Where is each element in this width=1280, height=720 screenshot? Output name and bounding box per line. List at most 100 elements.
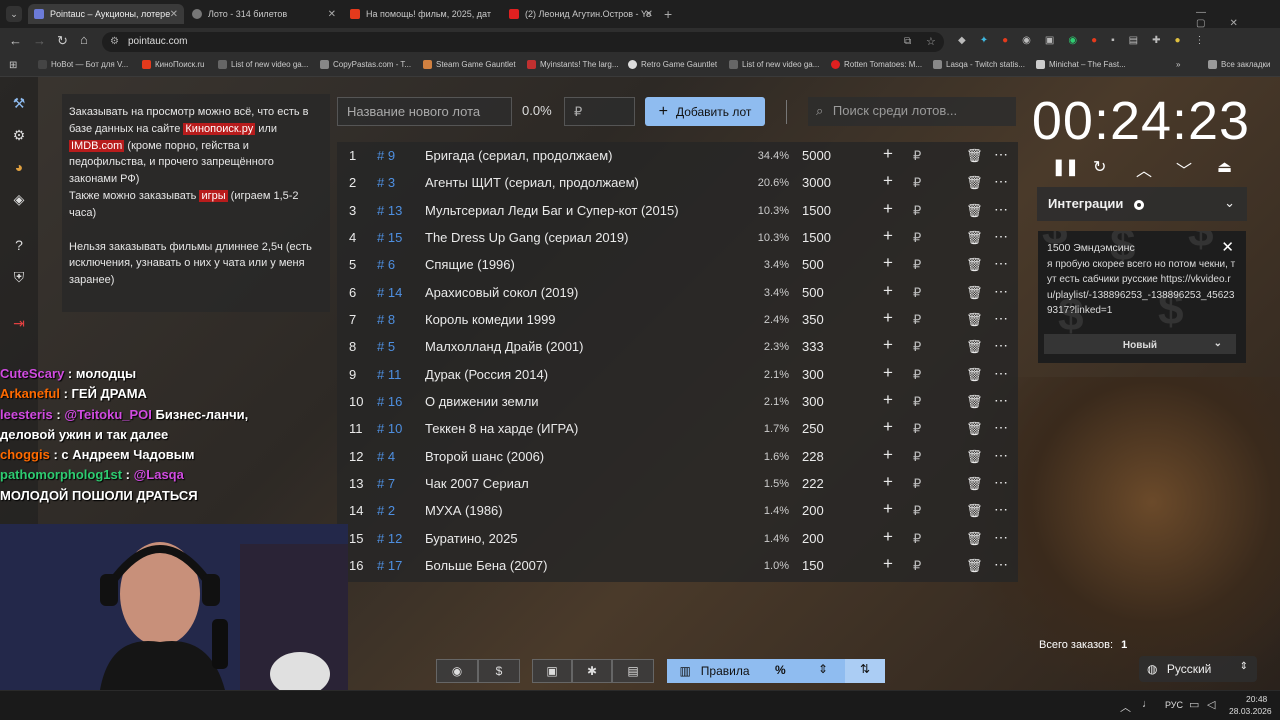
tab-list-dropdown-icon[interactable]: ⌄ bbox=[6, 6, 22, 22]
home-icon[interactable]: ⌂ bbox=[80, 32, 88, 47]
lot-name[interactable]: Арахисовый сокол (2019) bbox=[425, 285, 578, 300]
extension-icon[interactable]: ● bbox=[1002, 35, 1008, 49]
lot-amount[interactable]: 200 bbox=[802, 503, 824, 518]
lot-name[interactable]: Дурак (Россия 2014) bbox=[425, 367, 548, 382]
close-tab-icon[interactable]: ✕ bbox=[645, 9, 653, 20]
extension-icon[interactable]: ◆ bbox=[958, 35, 966, 49]
lot-amount[interactable]: 350 bbox=[802, 312, 824, 327]
bookmark[interactable]: List of new video ga... bbox=[729, 60, 819, 69]
table-row[interactable]: 10 # 16 О движении земли 2.1% 300 + ₽ 🗑 ⋯ bbox=[337, 388, 1018, 415]
percent-toggle-icon[interactable]: % bbox=[775, 663, 786, 677]
lot-amount[interactable]: 3000 bbox=[802, 175, 831, 190]
lot-id[interactable]: # 14 bbox=[377, 285, 402, 300]
lot-amount-input[interactable]: ₽ bbox=[564, 97, 635, 126]
lot-amount[interactable]: 500 bbox=[802, 257, 824, 272]
more-icon[interactable]: ⋯ bbox=[994, 419, 1008, 436]
pause-icon[interactable]: ❚❚ bbox=[1052, 157, 1079, 177]
window-controls[interactable]: —▢✕ bbox=[1196, 7, 1280, 29]
more-icon[interactable]: ⋯ bbox=[994, 501, 1008, 518]
imdb-link[interactable]: IMDB.com bbox=[69, 139, 125, 152]
all-bookmarks[interactable]: Все закладки bbox=[1208, 60, 1270, 69]
more-icon[interactable]: ⋯ bbox=[994, 283, 1008, 300]
lot-name[interactable]: Агенты ЩИТ (сериал, продолжаем) bbox=[425, 175, 639, 190]
bookmark[interactable]: Minichat – The Fast... bbox=[1036, 60, 1126, 69]
ruble-icon[interactable]: ₽ bbox=[913, 449, 921, 465]
integrations-panel[interactable]: Интеграции ⌄ bbox=[1037, 187, 1247, 221]
more-icon[interactable]: ⋯ bbox=[994, 365, 1008, 382]
trash-icon[interactable]: 🗑 bbox=[966, 312, 983, 328]
chevron-up-icon[interactable]: ︿ bbox=[1136, 157, 1152, 181]
compress-icon[interactable]: ⇕ bbox=[818, 662, 828, 676]
microphone-icon[interactable]: ♩ bbox=[1142, 698, 1153, 710]
ruble-icon[interactable]: ₽ bbox=[913, 531, 921, 547]
ruble-icon[interactable]: ₽ bbox=[913, 476, 921, 492]
lot-id[interactable]: # 17 bbox=[377, 558, 402, 573]
close-tab-icon[interactable]: ✕ bbox=[328, 9, 336, 20]
lot-amount[interactable]: 228 bbox=[802, 449, 824, 464]
extension-icon[interactable]: ▣ bbox=[1045, 35, 1054, 49]
more-icon[interactable]: ⋯ bbox=[994, 529, 1008, 546]
ruble-icon[interactable]: ₽ bbox=[913, 257, 921, 273]
table-row[interactable]: 5 # 6 Спящие (1996) 3.4% 500 + ₽ 🗑 ⋯ bbox=[337, 251, 1018, 278]
bookmark[interactable]: Lasqa - Twitch statis... bbox=[933, 60, 1025, 69]
lot-id[interactable]: # 6 bbox=[377, 257, 395, 272]
table-row[interactable]: 8 # 5 Малхолланд Драйв (2001) 2.3% 333 + ₽ 🗑 ⋯ bbox=[337, 333, 1018, 360]
more-icon[interactable]: ⋯ bbox=[994, 556, 1008, 573]
plus-icon[interactable]: + bbox=[883, 335, 893, 355]
tab-kinopoisk[interactable]: На помощь! фильм, 2025, дат bbox=[344, 4, 500, 24]
games-link[interactable]: игры bbox=[199, 189, 228, 202]
lot-id[interactable]: # 4 bbox=[377, 449, 395, 464]
trash-icon[interactable]: 🗑 bbox=[966, 175, 983, 191]
more-icon[interactable]: ⋯ bbox=[994, 255, 1008, 272]
reset-icon[interactable]: ↻ bbox=[1093, 157, 1106, 177]
bookmark[interactable]: Rotten Tomatoes: M... bbox=[831, 60, 922, 69]
lot-name[interactable]: Малхолланд Драйв (2001) bbox=[425, 339, 584, 354]
plus-icon[interactable]: + bbox=[883, 281, 893, 301]
ruble-icon[interactable]: ₽ bbox=[913, 367, 921, 383]
lot-amount[interactable]: 300 bbox=[802, 367, 824, 382]
archive-button[interactable]: ▤ bbox=[612, 659, 654, 683]
trash-icon[interactable]: 🗑 bbox=[966, 503, 983, 519]
more-icon[interactable]: ⋯ bbox=[994, 173, 1008, 190]
ruble-icon[interactable]: ₽ bbox=[913, 148, 921, 164]
ruble-icon[interactable]: ₽ bbox=[913, 558, 921, 574]
lot-amount[interactable]: 1500 bbox=[802, 230, 831, 245]
lot-name[interactable]: Мультсериал Леди Баг и Супер-кот (2015) bbox=[425, 203, 679, 218]
trash-icon[interactable]: 🗑 bbox=[966, 476, 983, 492]
wheel-icon[interactable]: ◕ bbox=[10, 159, 28, 177]
lot-amount[interactable]: 250 bbox=[802, 421, 824, 436]
plus-icon[interactable]: + bbox=[883, 499, 893, 519]
trash-icon[interactable]: 🗑 bbox=[966, 230, 983, 246]
back-icon[interactable]: ← bbox=[9, 33, 22, 48]
reload-icon[interactable]: ↻ bbox=[57, 33, 68, 49]
lot-amount[interactable]: 1500 bbox=[802, 203, 831, 218]
lot-id[interactable]: # 13 bbox=[377, 203, 402, 218]
ruble-icon[interactable]: ₽ bbox=[913, 503, 921, 519]
tab-loto[interactable]: Лото - 314 билетов ✕ bbox=[186, 4, 342, 24]
eject-icon[interactable]: ⏏ bbox=[1217, 157, 1232, 177]
extension-icon[interactable]: ✦ bbox=[980, 35, 988, 49]
lot-name[interactable]: Король комедии 1999 bbox=[425, 312, 556, 327]
trash-icon[interactable]: 🗑 bbox=[966, 257, 983, 273]
lot-amount[interactable]: 200 bbox=[802, 531, 824, 546]
lot-amount[interactable]: 500 bbox=[802, 285, 824, 300]
extension-icon[interactable]: ▤ bbox=[1129, 35, 1138, 49]
url-field[interactable]: ⚙ pointauc.com ⧉ ☆ bbox=[102, 32, 944, 52]
clock-time[interactable]: 20:48 bbox=[1246, 694, 1267, 704]
plus-icon[interactable]: + bbox=[883, 253, 893, 273]
lot-id[interactable]: # 11 bbox=[377, 367, 401, 382]
bug-report-button[interactable]: ✱ bbox=[572, 659, 612, 683]
lot-id[interactable]: # 15 bbox=[377, 230, 402, 245]
lot-id[interactable]: # 8 bbox=[377, 312, 395, 327]
shield-icon[interactable]: ⛨ bbox=[10, 269, 28, 287]
lot-amount[interactable]: 5000 bbox=[802, 148, 831, 163]
more-icon[interactable]: ⋯ bbox=[994, 228, 1008, 245]
table-row[interactable]: 14 # 2 МУХА (1986) 1.4% 200 + ₽ 🗑 ⋯ bbox=[337, 497, 1018, 524]
lot-amount[interactable]: 222 bbox=[802, 476, 824, 491]
trash-icon[interactable]: 🗑 bbox=[966, 531, 983, 547]
table-row[interactable]: 11 # 10 Теккен 8 на харде (ИГРА) 1.7% 250 + ₽ 🗑… bbox=[337, 415, 1018, 442]
network-icon[interactable]: ▭ bbox=[1189, 698, 1199, 711]
table-row[interactable]: 1 # 9 Бригада (сериал, продолжаем) 34.4% 500… bbox=[337, 142, 1018, 169]
lot-name[interactable]: The Dress Up Gang (сериал 2019) bbox=[425, 230, 628, 245]
donation-status-select[interactable]: Новый ⌄ bbox=[1044, 334, 1236, 354]
